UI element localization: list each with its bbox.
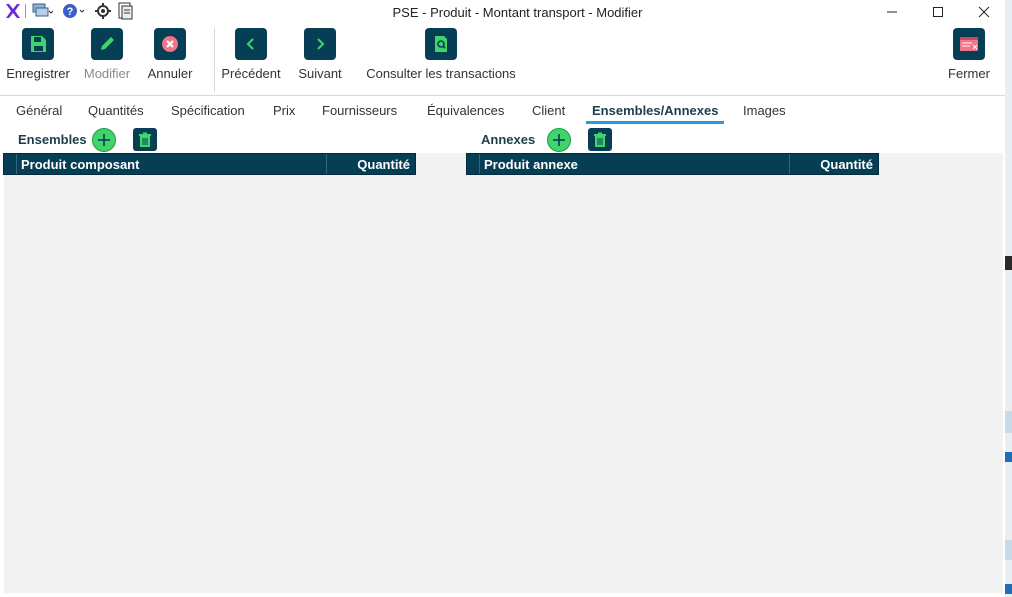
close-icon[interactable] (961, 0, 1007, 24)
add-annexe-button[interactable] (547, 128, 571, 152)
edge-mark (1005, 540, 1012, 560)
close-window-button[interactable]: Fermer (946, 28, 992, 81)
tab-specification[interactable]: Spécification (171, 103, 245, 118)
active-tab-indicator (586, 121, 724, 124)
close-window-icon (953, 28, 985, 60)
toolbar-separator (214, 28, 215, 92)
grid-area (4, 153, 1003, 593)
chevron-right-icon (304, 28, 336, 60)
tab-ensembles-annexes[interactable]: Ensembles/Annexes (592, 103, 718, 118)
delete-annexe-button[interactable] (588, 128, 612, 151)
close-window-label: Fermer (948, 66, 990, 81)
window-title: PSE - Produit - Montant transport - Modi… (392, 5, 643, 20)
consult-transactions-button[interactable]: Consulter les transactions (366, 28, 516, 81)
save-icon (22, 28, 54, 60)
plus-icon (98, 134, 110, 146)
tab-bar: Général Quantités Spécification Prix Fou… (0, 97, 1005, 125)
toolbar: Enregistrer Modifier Annuler Précédent S… (0, 24, 1005, 96)
tab-fournisseurs[interactable]: Fournisseurs (322, 103, 397, 118)
cancel-icon (154, 28, 186, 60)
tab-client[interactable]: Client (532, 103, 565, 118)
trash-icon (139, 132, 151, 147)
previous-button[interactable]: Précédent (220, 28, 282, 81)
tab-equivalences[interactable]: Équivalences (427, 103, 504, 118)
col-quantite[interactable]: Quantité (820, 157, 873, 172)
col-quantite[interactable]: Quantité (357, 157, 410, 172)
next-button[interactable]: Suivant (296, 28, 344, 81)
delete-ensemble-button[interactable] (133, 128, 157, 151)
modify-label: Modifier (83, 66, 131, 81)
title-bar: ? PSE - Produit - Montant transport - Mo… (0, 0, 1005, 24)
cancel-label: Annuler (147, 66, 193, 81)
save-button[interactable]: Enregistrer (6, 28, 70, 81)
tab-general[interactable]: Général (16, 103, 62, 118)
chevron-left-icon (235, 28, 267, 60)
trash-icon (594, 132, 606, 147)
add-ensemble-button[interactable] (92, 128, 116, 152)
row-selector-header[interactable] (4, 154, 17, 174)
maximize-icon[interactable] (915, 0, 961, 24)
consult-transactions-label: Consulter les transactions (366, 66, 516, 81)
ensembles-grid-header: Produit composant Quantité (3, 153, 416, 175)
tab-prix[interactable]: Prix (273, 103, 295, 118)
column-divider[interactable] (789, 154, 790, 174)
modify-button[interactable]: Modifier (80, 28, 134, 81)
tab-quantites[interactable]: Quantités (88, 103, 144, 118)
save-label: Enregistrer (6, 66, 70, 81)
column-divider[interactable] (326, 154, 327, 174)
plus-icon (553, 134, 565, 146)
pencil-icon (91, 28, 123, 60)
col-produit-composant[interactable]: Produit composant (21, 157, 139, 172)
edge-mark (1005, 452, 1012, 462)
col-produit-annexe[interactable]: Produit annexe (484, 157, 578, 172)
previous-label: Précédent (221, 66, 281, 81)
tab-images[interactable]: Images (743, 103, 786, 118)
next-label: Suivant (298, 66, 342, 81)
annexes-title: Annexes (481, 132, 536, 147)
cancel-button[interactable]: Annuler (145, 28, 195, 81)
ensembles-title: Ensembles (18, 132, 87, 147)
edge-mark (1005, 256, 1012, 270)
minimize-icon[interactable] (869, 0, 915, 24)
row-selector-header[interactable] (467, 154, 480, 174)
edge-mark (1005, 411, 1012, 433)
background-window-edge (1005, 0, 1012, 597)
annexes-grid-header: Produit annexe Quantité (466, 153, 879, 175)
document-search-icon (425, 28, 457, 60)
edge-mark (1005, 584, 1012, 594)
